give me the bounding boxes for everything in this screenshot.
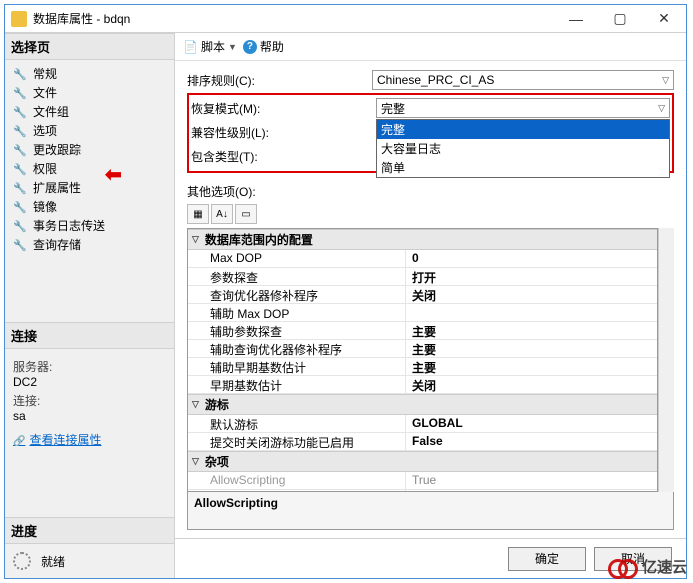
nav-options[interactable]: 选项 [5,121,174,140]
wrench-icon [13,181,27,195]
wrench-icon [13,143,27,157]
sort-button[interactable]: A↓ [211,204,233,224]
grid-row[interactable]: 参数探查打开 [188,268,657,286]
dropdown-option[interactable]: 大容量日志 [377,139,669,158]
categorize-button[interactable]: ▦ [187,204,209,224]
recovery-dropdown-list: 完整 大容量日志 简单 [376,119,670,178]
property-grid: ▽数据库范围内的配置 Max DOP0 参数探查打开 查询优化器修补程序关闭 辅… [187,228,658,492]
progress-block: 就绪 [5,544,174,578]
titlebar: 数据库属性 - bdqn — ▢ ✕ [5,5,686,33]
wrench-icon [13,238,27,252]
nav-change-tracking[interactable]: 更改跟踪 [5,140,174,159]
grid-row[interactable]: 辅助查询优化器修补程序主要 [188,340,657,358]
close-button[interactable]: ✕ [642,5,686,33]
dropdown-option[interactable]: 简单 [377,158,669,177]
grid-row[interactable]: 早期基数估计关闭 [188,376,657,394]
connection-header: 连接 [5,322,174,349]
chevron-down-icon: ▽ [662,75,669,86]
grid-toolbar: ▦ A↓ ▭ [187,204,674,224]
script-button[interactable]: 📄脚本▼ [183,38,237,55]
watermark-text: 亿速云 [642,556,687,577]
nav-extended-props[interactable]: 扩展属性 [5,178,174,197]
collapse-icon[interactable]: ▽ [192,234,199,245]
grid-row[interactable]: 辅助参数探查主要 [188,322,657,340]
grid-row[interactable]: Max DOP0 [188,250,657,268]
ok-button[interactable]: 确定 [508,547,586,571]
page-nav: 常规 文件 文件组 选项 更改跟踪 权限 扩展属性 镜像 事务日志传送 查询存储… [5,60,174,258]
property-description: AllowScripting [187,492,674,530]
nav-permissions[interactable]: 权限 [5,159,174,178]
nav-filegroups[interactable]: 文件组 [5,102,174,121]
view-connection-link[interactable]: 查看连接属性 [13,431,101,448]
compat-label: 兼容性级别(L): [191,124,376,141]
chevron-down-icon: ▽ [658,103,665,114]
window: 数据库属性 - bdqn — ▢ ✕ 选择页 常规 文件 文件组 选项 更改跟踪… [4,4,687,579]
wrench-icon [13,162,27,176]
link-icon [13,433,29,447]
nav-log-shipping[interactable]: 事务日志传送 [5,216,174,235]
grid-row[interactable]: AllowScriptingTrue [188,472,657,490]
grid-row[interactable]: 默认游标GLOBAL [188,415,657,433]
connection-info: 服务器: DC2 连接: sa 查看连接属性 [5,349,174,454]
wrench-icon [13,124,27,138]
grid-row[interactable]: 辅助 Max DOP [188,304,657,322]
collapse-icon[interactable]: ▽ [192,399,199,410]
app-icon [11,11,27,27]
wrench-icon [13,67,27,81]
main-toolbar: 📄脚本▼ ?帮助 [175,33,686,61]
other-options-label: 其他选项(O): [187,183,674,200]
category-cursor[interactable]: ▽游标 [188,394,657,415]
window-title: 数据库属性 - bdqn [33,10,554,27]
nav-mirroring[interactable]: 镜像 [5,197,174,216]
contain-label: 包含类型(T): [191,148,376,165]
help-icon: ? [243,40,257,54]
collapse-icon[interactable]: ▽ [192,456,199,467]
conn-label: 连接: [13,392,166,409]
grid-row[interactable]: 查询优化器修补程序关闭 [188,286,657,304]
main-panel: 📄脚本▼ ?帮助 排序规则(C): Chinese_PRC_CI_AS▽ 恢复模… [175,33,686,578]
nav-files[interactable]: 文件 [5,83,174,102]
wrench-icon [13,86,27,100]
watermark-logo-icon [608,557,638,577]
collation-label: 排序规则(C): [187,72,372,89]
ready-label: 就绪 [41,553,65,570]
sidebar: 选择页 常规 文件 文件组 选项 更改跟踪 权限 扩展属性 镜像 事务日志传送 … [5,33,175,578]
recovery-select[interactable]: 完整▽ [376,98,670,118]
grid-row[interactable]: 提交时关闭游标功能已启用False [188,433,657,451]
collation-row: 排序规则(C): Chinese_PRC_CI_AS▽ [187,69,674,91]
watermark: 亿速云 [608,556,687,577]
grid-row[interactable]: 辅助早期基数估计主要 [188,358,657,376]
props-button[interactable]: ▭ [235,204,257,224]
wrench-icon [13,200,27,214]
spinner-icon [13,552,31,570]
select-page-header: 选择页 [5,33,174,60]
category-misc[interactable]: ▽杂项 [188,451,657,472]
category-db-scope[interactable]: ▽数据库范围内的配置 [188,229,657,250]
progress-header: 进度 [5,517,174,544]
server-label: 服务器: [13,358,166,375]
dropdown-option[interactable]: 完整 [377,120,669,139]
maximize-button[interactable]: ▢ [598,5,642,33]
server-value: DC2 [13,375,166,389]
conn-value: sa [13,409,166,423]
help-button[interactable]: ?帮助 [243,38,284,55]
wrench-icon [13,219,27,233]
collation-select[interactable]: Chinese_PRC_CI_AS▽ [372,70,674,90]
nav-general[interactable]: 常规 [5,64,174,83]
minimize-button[interactable]: — [554,5,598,33]
nav-query-store[interactable]: 查询存储 [5,235,174,254]
highlight-box: 恢复模式(M): 完整▽ 兼容性级别(L): 包含类型(T): 完整 大容量日志… [187,93,674,173]
wrench-icon [13,105,27,119]
scrollbar[interactable] [658,228,674,492]
recovery-label: 恢复模式(M): [191,100,376,117]
